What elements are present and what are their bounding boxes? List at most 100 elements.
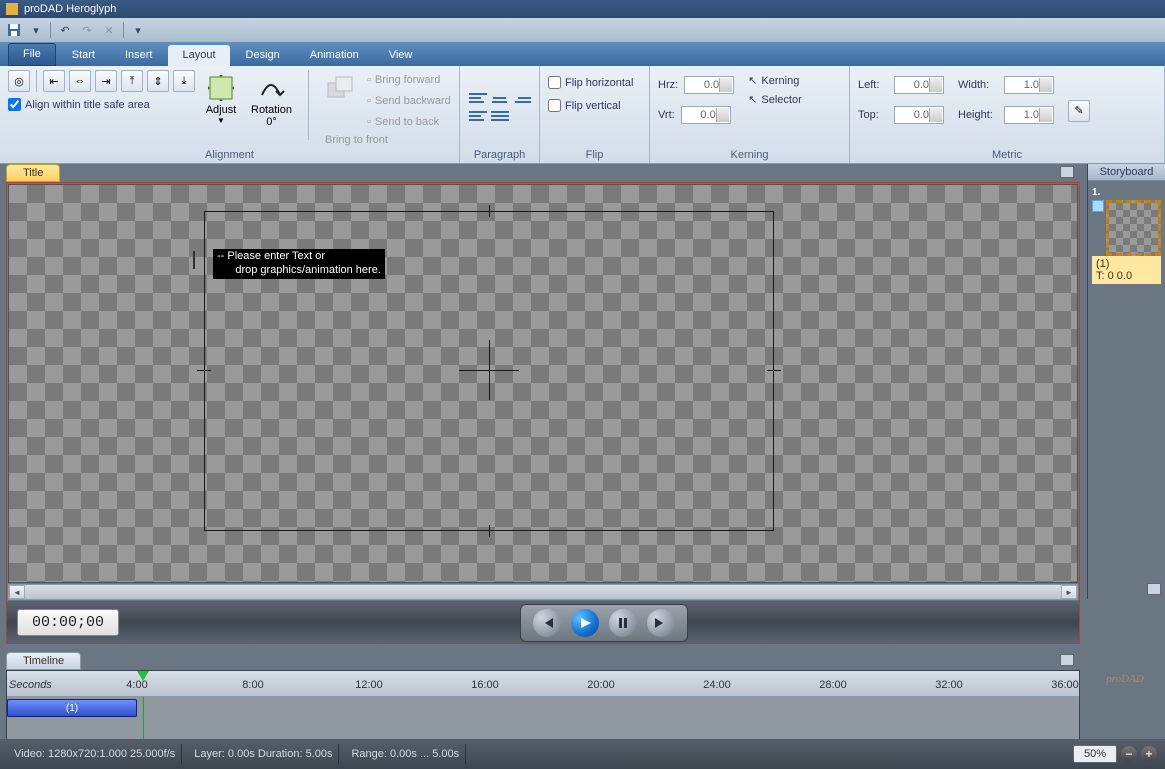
rotation-icon — [255, 72, 287, 104]
send-to-back-button: ▫ Send to back — [367, 112, 451, 132]
status-bar: Video: 1280x720:1.000 25.000f/s Layer: 0… — [0, 739, 1165, 769]
layers-icon — [325, 72, 357, 104]
width-spinner[interactable]: 1.0 — [1004, 76, 1054, 94]
preview-scrollbar-h[interactable]: ◄ ► — [8, 584, 1078, 600]
hrz-spinner[interactable]: 0.0 — [684, 76, 734, 94]
ruler-unit-label: Seconds — [9, 679, 52, 691]
para-align-top[interactable] — [469, 111, 487, 125]
tab-start[interactable]: Start — [58, 45, 109, 66]
storyboard-thumbnail[interactable] — [1106, 200, 1161, 256]
align-center-v-button[interactable]: ⇕ — [147, 70, 169, 92]
left-spinner[interactable]: 0.0 — [894, 76, 944, 94]
prodad-logo: proDAD — [1095, 659, 1155, 699]
para-align-justify[interactable] — [491, 111, 509, 125]
safe-area-label: Align within title safe area — [25, 99, 150, 111]
timeline-panel-tab[interactable]: Timeline — [6, 652, 81, 670]
flip-vertical-checkbox[interactable]: Flip vertical — [548, 99, 621, 112]
para-align-center[interactable] — [491, 93, 509, 107]
ribbon-body: ◎ ⇤ ⇔ ⇥ ⤒ ⇕ ⤓ Align within title safe ar… — [0, 66, 1165, 164]
bring-forward-button: ▫ Bring forward — [367, 70, 451, 90]
workspace: Title -- Please enter Text or drop graph… — [0, 164, 1165, 739]
zoom-value[interactable]: 50% — [1073, 745, 1117, 763]
ruler-tick-label: 24:00 — [703, 679, 731, 691]
group-alignment-label: Alignment — [8, 147, 451, 161]
tab-insert[interactable]: Insert — [111, 45, 167, 66]
storyboard-item-number: 1. — [1092, 187, 1161, 198]
ruler-tick-label: 36:00 — [1051, 679, 1079, 691]
goto-start-button[interactable] — [533, 609, 561, 637]
tab-file[interactable]: File — [8, 43, 56, 66]
play-button[interactable] — [571, 609, 599, 637]
eyedropper-button[interactable]: ✎ — [1068, 100, 1090, 122]
delete-button[interactable]: ✕ — [101, 22, 117, 38]
group-metric-label: Metric — [858, 147, 1156, 161]
vrt-spinner[interactable]: 0.0 — [681, 106, 731, 124]
group-kerning-label: Kerning — [658, 147, 841, 161]
flip-horizontal-checkbox[interactable]: Flip horizontal — [548, 76, 633, 89]
para-align-left[interactable] — [469, 93, 487, 107]
storyboard-header[interactable]: Storyboard — [1088, 164, 1165, 181]
timeline-ruler[interactable]: Seconds 4:008:0012:0016:0020:0024:0028:0… — [7, 671, 1079, 697]
adjust-icon — [205, 72, 237, 104]
bring-to-front-label: Bring to front — [325, 134, 451, 146]
timeline-clip[interactable]: (1) — [7, 699, 137, 717]
group-flip-label: Flip — [548, 147, 641, 161]
ruler-tick-label: 32:00 — [935, 679, 963, 691]
pause-button[interactable] — [609, 609, 637, 637]
tab-design[interactable]: Design — [232, 45, 294, 66]
scroll-left-icon[interactable]: ◄ — [9, 585, 25, 599]
vrt-label: Vrt: — [658, 109, 675, 121]
safe-area-checkbox[interactable]: Align within title safe area — [8, 98, 195, 111]
timeline-panel-restore-icon[interactable] — [1060, 654, 1074, 666]
storyboard-restore-icon[interactable] — [1147, 583, 1161, 595]
title-panel-tab[interactable]: Title — [6, 164, 60, 182]
cursor-icon: ↖ — [748, 93, 757, 106]
save-button[interactable] — [6, 22, 22, 38]
height-spinner[interactable]: 1.0 — [1004, 106, 1054, 124]
storyboard-thumb-icon — [1092, 200, 1104, 212]
goto-end-button[interactable] — [647, 609, 675, 637]
zoom-out-button[interactable]: − — [1121, 746, 1137, 762]
storyboard-item[interactable]: 1. (1) T: 0 0.0 — [1092, 187, 1161, 284]
preview-canvas[interactable]: -- Please enter Text or drop graphics/an… — [8, 184, 1078, 583]
ruler-tick-label: 4:00 — [126, 679, 147, 691]
align-right-button[interactable]: ⇥ — [95, 70, 117, 92]
align-top-button[interactable]: ⤒ — [121, 70, 143, 92]
transport-bar: 00:00;00 — [6, 602, 1080, 644]
tab-layout[interactable]: Layout — [168, 45, 229, 66]
qat-customize[interactable]: ▾ — [130, 22, 146, 38]
left-workspace: Title -- Please enter Text or drop graph… — [6, 164, 1080, 739]
title-panel-restore-icon[interactable] — [1060, 166, 1074, 178]
rotation-button[interactable]: Rotation 0° — [247, 70, 296, 130]
height-label: Height: — [958, 109, 998, 121]
para-align-right[interactable] — [513, 93, 531, 107]
align-bottom-button[interactable]: ⤓ — [173, 70, 195, 92]
rotation-label: Rotation — [251, 104, 292, 116]
scroll-right-icon[interactable]: ► — [1061, 585, 1077, 599]
quick-access-toolbar: ▾ ↶ ↷ ✕ ▾ — [0, 18, 1165, 42]
top-label: Top: — [858, 109, 888, 121]
tab-animation[interactable]: Animation — [296, 45, 373, 66]
align-target-button[interactable]: ◎ — [8, 70, 30, 92]
cursor-icon: ↖ — [748, 74, 757, 87]
tab-view[interactable]: View — [375, 45, 427, 66]
group-paragraph: Paragraph — [460, 66, 540, 163]
window-titlebar: proDAD Heroglyph — [0, 0, 1165, 18]
align-left-button[interactable]: ⇤ — [43, 70, 65, 92]
status-range: Range: 0.00s ... 5.00s — [345, 744, 466, 764]
timecode-display: 00:00;00 — [17, 609, 119, 636]
transport-controls — [520, 604, 688, 642]
top-spinner[interactable]: 0.0 — [894, 106, 944, 124]
storyboard-item-meta: (1) T: 0 0.0 — [1092, 256, 1161, 284]
redo-button[interactable]: ↷ — [79, 22, 95, 38]
ruler-tick-label: 20:00 — [587, 679, 615, 691]
zoom-in-button[interactable]: + — [1141, 746, 1157, 762]
selector-checkbox[interactable]: ↖Selector — [748, 93, 802, 106]
hrz-label: Hrz: — [658, 79, 678, 91]
adjust-button[interactable]: Adjust ▼ — [201, 70, 241, 127]
save-dropdown[interactable]: ▾ — [28, 22, 44, 38]
undo-button[interactable]: ↶ — [57, 22, 73, 38]
align-center-h-button[interactable]: ⇔ — [69, 70, 91, 92]
kerning-checkbox[interactable]: ↖Kerning — [748, 74, 802, 87]
width-label: Width: — [958, 79, 998, 91]
